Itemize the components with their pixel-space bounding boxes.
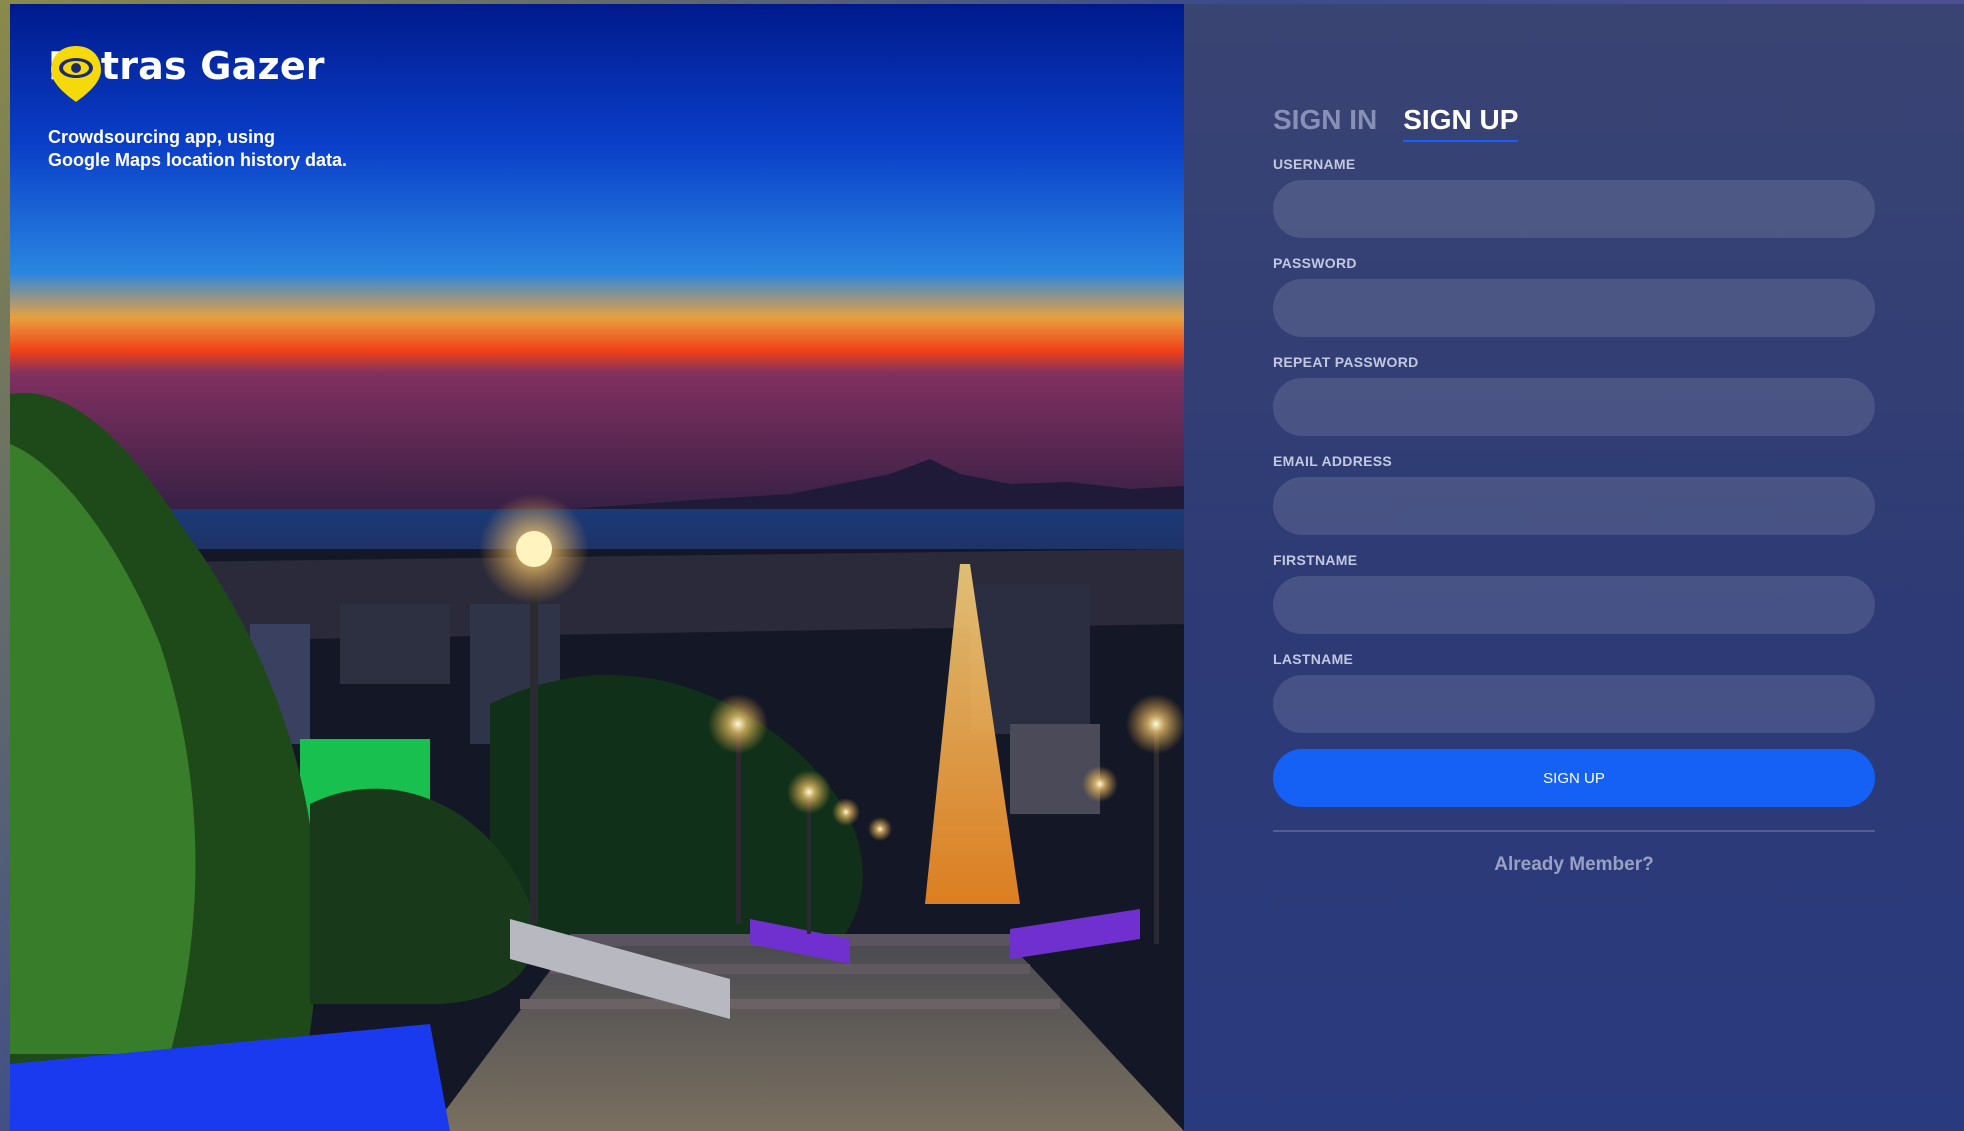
lastname-label: LASTNAME [1273,651,1354,667]
tab-sign-up[interactable]: SIGN UP [1403,104,1519,142]
password-label: PASSWORD [1273,255,1357,271]
firstname-label: FIRSTNAME [1273,552,1358,568]
password-input[interactable] [1273,279,1875,337]
tagline: Crowdsourcing app, using Google Maps loc… [48,126,347,172]
email-group: EMAIL ADDRESS [1273,453,1875,535]
username-group: USERNAME [1273,156,1875,238]
map-pin-eye-icon [51,46,101,102]
repeat-password-label: REPEAT PASSWORD [1273,354,1419,370]
tagline-line-1: Crowdsourcing app, using [48,127,276,147]
username-label: USERNAME [1273,156,1356,172]
email-input[interactable] [1273,477,1875,535]
auth-panel: SIGN IN SIGN UP USERNAME PASSWORD REPEAT… [1184,4,1964,1131]
repeat-password-group: REPEAT PASSWORD [1273,354,1875,436]
app-window: Patras Gazer Crowdsourcing app, using Go… [0,0,1964,1131]
divider [1273,830,1875,832]
username-input[interactable] [1273,180,1875,238]
password-group: PASSWORD [1273,255,1875,337]
lastname-input[interactable] [1273,675,1875,733]
hero-photo-panel: Patras Gazer Crowdsourcing app, using Go… [10,4,1184,1131]
tagline-line-2: Google Maps location history data. [48,150,348,170]
tab-sign-in[interactable]: SIGN IN [1273,104,1377,142]
auth-tabs: SIGN IN SIGN UP [1273,104,1519,142]
hero-photo [10,4,1184,1131]
lastname-group: LASTNAME [1273,651,1875,733]
sign-up-button[interactable]: SIGN UP [1273,749,1875,807]
already-member-link[interactable]: Already Member? [1273,854,1875,876]
firstname-input[interactable] [1273,576,1875,634]
brand: Patras Gazer [48,44,325,102]
email-label: EMAIL ADDRESS [1273,453,1393,469]
firstname-group: FIRSTNAME [1273,552,1875,634]
repeat-password-input[interactable] [1273,378,1875,436]
